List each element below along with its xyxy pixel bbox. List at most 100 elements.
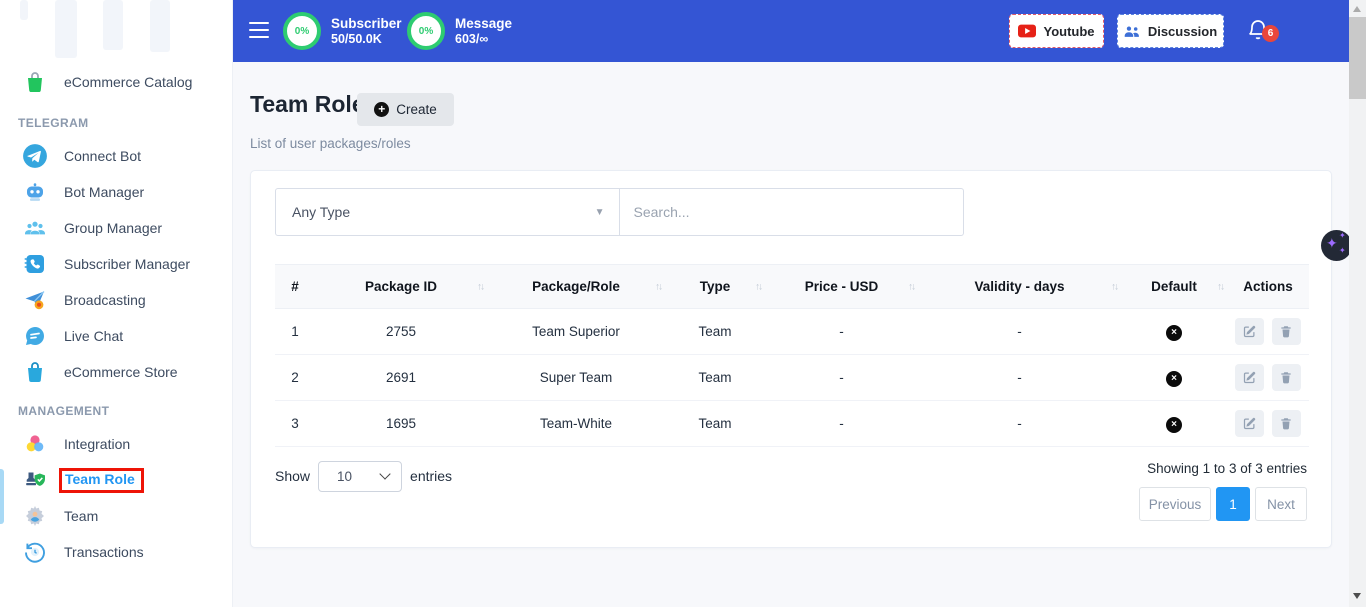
edit-button[interactable] [1235,364,1264,391]
sidebar-item-live-chat[interactable]: Live Chat [0,318,232,354]
scrollbar-thumb[interactable] [1349,17,1366,99]
col-package-id[interactable]: Package ID↑↓ [315,265,487,309]
type-filter-select[interactable]: Any Type ▼ [275,188,620,236]
sidebar-item-bot-manager[interactable]: Bot Manager [0,174,232,210]
sidebar-item-team[interactable]: Team [0,498,232,534]
gear-user-icon [22,503,48,529]
not-default-icon: × [1166,371,1182,387]
search-input[interactable] [620,188,965,236]
chat-bubble-icon [22,323,48,349]
sidebar-item-label: Transactions [64,544,144,560]
sort-icon[interactable]: ↑↓ [755,281,761,292]
sidebar-section-telegram: TELEGRAM [0,102,232,138]
table-row: 2 2691 Super Team Team - - × [275,355,1309,401]
sidebar-item-transactions[interactable]: Transactions [0,534,232,570]
delete-button[interactable] [1272,318,1301,345]
sidebar-item-ecommerce-catalog[interactable]: eCommerce Catalog [0,62,232,102]
youtube-button[interactable]: Youtube [1009,14,1104,48]
edit-button[interactable] [1235,318,1264,345]
sort-icon[interactable]: ↑↓ [655,281,661,292]
message-progress-ring: 0% [407,12,445,50]
current-page-button[interactable]: 1 [1216,487,1250,521]
notification-count-badge: 6 [1262,25,1279,42]
app-logo [0,0,232,62]
col-price[interactable]: Price - USD↑↓ [765,265,918,309]
discussion-button[interactable]: Discussion [1117,14,1224,48]
sidebar-item-label: Group Manager [64,220,162,236]
sidebar-item-connect-bot[interactable]: Connect Bot [0,138,232,174]
stamp-shield-icon [22,467,48,493]
message-stat-value: 603/∞ [455,32,512,47]
edit-icon [1242,370,1257,385]
notifications-button[interactable]: 6 [1246,17,1286,47]
sidebar-item-team-role[interactable]: Team Role [0,462,232,498]
sort-icon[interactable]: ↑↓ [477,281,483,292]
discussion-button-label: Discussion [1148,24,1217,39]
cell-index: 2 [275,355,315,401]
subscriber-progress-ring: 0% [283,12,321,50]
sidebar-item-broadcasting[interactable]: Broadcasting [0,282,232,318]
team-roles-table: # Package ID↑↓ Package/Role↑↓ Type↑↓ Pri… [275,264,1309,447]
trash-icon [1279,416,1293,431]
caret-down-icon: ▼ [595,207,605,218]
ai-assistant-button[interactable]: ✦ ✦ ✦ [1321,230,1352,261]
cell-package-role: Super Team [487,355,665,401]
shopping-bag-green-icon [22,69,48,95]
sort-icon[interactable]: ↑↓ [908,281,914,292]
delete-button[interactable] [1272,410,1301,437]
col-package-role[interactable]: Package/Role↑↓ [487,265,665,309]
scroll-down-arrow-icon[interactable] [1353,593,1361,599]
contact-phone-icon [22,251,48,277]
col-default[interactable]: Default↑↓ [1121,265,1227,309]
chevron-down-icon [379,468,390,479]
delete-button[interactable] [1272,364,1301,391]
not-default-icon: × [1166,417,1182,433]
entries-label: entries [410,468,452,484]
col-type[interactable]: Type↑↓ [665,265,765,309]
page-size-value: 10 [337,469,352,484]
menu-toggle-icon[interactable] [249,22,269,38]
sort-icon[interactable]: ↑↓ [1111,281,1117,292]
subscriber-stat: 0% Subscriber 50/50.0K [283,12,402,50]
cell-price: - [765,309,918,355]
sort-icon[interactable]: ↑↓ [1217,281,1223,292]
create-button-label: Create [396,102,437,117]
sidebar-item-label: eCommerce Store [64,364,178,380]
main-content: Team Roles + Create List of user package… [233,62,1349,607]
page-size-select[interactable]: 10 [318,461,402,492]
color-circles-icon [22,431,48,457]
cell-package-id: 2755 [315,309,487,355]
sidebar-item-label: Broadcasting [64,292,146,308]
vertical-scrollbar[interactable] [1349,0,1366,607]
youtube-button-label: Youtube [1043,24,1094,39]
trash-icon [1279,370,1293,385]
telegram-icon [22,143,48,169]
create-button[interactable]: + Create [357,93,454,126]
table-row: 3 1695 Team-White Team - - × [275,401,1309,447]
sidebar: eCommerce Catalog TELEGRAM Connect Bot B… [0,0,233,607]
cell-validity: - [918,355,1121,401]
cell-validity: - [918,401,1121,447]
cell-price: - [765,355,918,401]
sidebar-item-group-manager[interactable]: Group Manager [0,210,232,246]
sidebar-item-ecommerce-store[interactable]: eCommerce Store [0,354,232,390]
col-index: # [275,265,315,309]
scroll-up-arrow-icon[interactable] [1353,6,1361,12]
col-validity[interactable]: Validity - days↑↓ [918,265,1121,309]
cell-price: - [765,401,918,447]
show-label: Show [275,468,310,484]
page-subtitle: List of user packages/roles [250,136,411,151]
next-page-button[interactable]: Next [1255,487,1307,521]
cell-default: × [1121,401,1227,447]
sparkle-icon: ✦ [1339,246,1346,255]
cell-actions [1227,355,1309,401]
cell-default: × [1121,355,1227,401]
sidebar-item-label: Integration [64,436,130,452]
history-clock-icon [22,539,48,565]
sidebar-item-label: Connect Bot [64,148,141,164]
sidebar-item-subscriber-manager[interactable]: Subscriber Manager [0,246,232,282]
edit-button[interactable] [1235,410,1264,437]
previous-page-button[interactable]: Previous [1139,487,1211,521]
cell-actions [1227,309,1309,355]
sidebar-item-integration[interactable]: Integration [0,426,232,462]
